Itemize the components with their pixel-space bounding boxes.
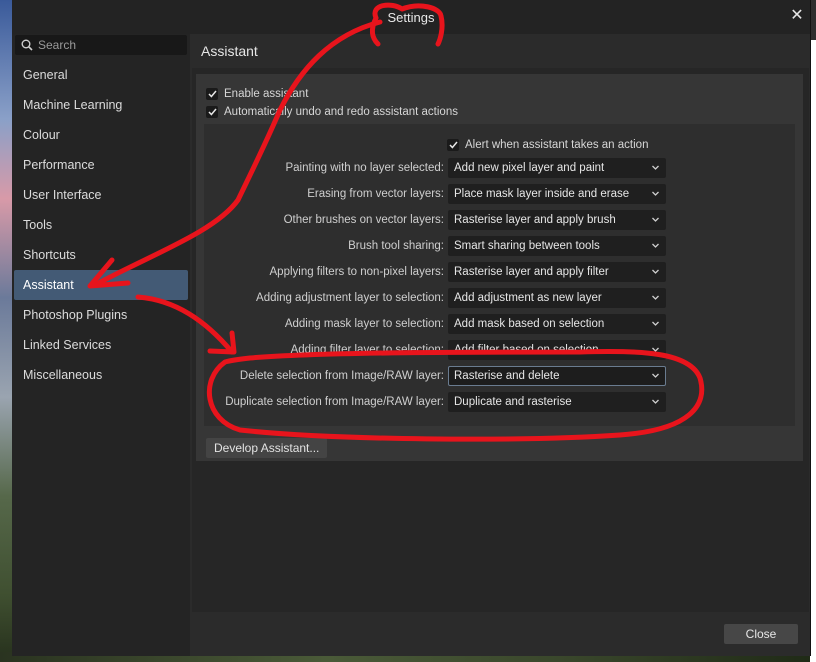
sidebar-item-colour[interactable]: Colour	[14, 120, 188, 150]
chevron-down-icon	[652, 165, 659, 170]
option-label: Duplicate selection from Image/RAW layer…	[225, 396, 444, 408]
option-label: Adding filter layer to selection:	[290, 344, 444, 356]
chevron-down-icon	[652, 399, 659, 404]
option-label: Delete selection from Image/RAW layer:	[239, 370, 444, 382]
close-icon[interactable]: ✕	[790, 8, 804, 24]
chevron-down-icon	[652, 295, 659, 300]
option-value: Rasterise and delete	[454, 370, 560, 382]
option-label: Brush tool sharing:	[348, 240, 444, 252]
option-label: Other brushes on vector layers:	[283, 214, 444, 226]
sidebar-item-performance[interactable]: Performance	[14, 150, 188, 180]
alert-checkbox[interactable]	[447, 139, 459, 151]
title-bar: Settings ✕	[12, 0, 810, 34]
search-icon	[21, 39, 33, 51]
option-value: Rasterise layer and apply filter	[454, 266, 609, 278]
chevron-down-icon	[652, 321, 659, 326]
enable-assistant-label: Enable assistant	[224, 88, 309, 100]
sidebar-item-machine-learning[interactable]: Machine Learning	[14, 90, 188, 120]
option-value: Add new pixel layer and paint	[454, 162, 605, 174]
option-dropdown[interactable]: Rasterise layer and apply filter	[448, 262, 666, 282]
option-dropdown[interactable]: Add filter based on selection	[448, 340, 666, 360]
option-dropdown[interactable]: Duplicate and rasterise	[448, 392, 666, 412]
dialog-footer: Close	[191, 612, 810, 656]
chevron-down-icon	[652, 217, 659, 222]
search-input[interactable]: Search	[15, 35, 187, 55]
content-area: Enable assistant Automatically undo and …	[192, 68, 809, 612]
enable-assistant-checkbox[interactable]	[206, 88, 218, 100]
option-label: Erasing from vector layers:	[307, 188, 444, 200]
option-value: Add filter based on selection	[454, 344, 599, 356]
chevron-down-icon	[652, 269, 659, 274]
option-label: Adding adjustment layer to selection:	[256, 292, 444, 304]
option-row: Duplicate selection from Image/RAW layer…	[204, 392, 795, 414]
sidebar-item-user-interface[interactable]: User Interface	[14, 180, 188, 210]
option-dropdown[interactable]: Add adjustment as new layer	[448, 288, 666, 308]
option-row: Adding mask layer to selection: Add mask…	[204, 314, 795, 336]
option-row: Adding filter layer to selection: Add fi…	[204, 340, 795, 362]
option-value: Rasterise layer and apply brush	[454, 214, 616, 226]
option-value: Add adjustment as new layer	[454, 292, 602, 304]
option-dropdown[interactable]: Add new pixel layer and paint	[448, 158, 666, 178]
nav-list: General Machine Learning Colour Performa…	[14, 60, 188, 390]
option-value: Duplicate and rasterise	[454, 396, 572, 408]
sidebar-item-tools[interactable]: Tools	[14, 210, 188, 240]
chevron-down-icon	[652, 373, 659, 378]
option-value: Place mask layer inside and erase	[454, 188, 630, 200]
sidebar-item-linked-services[interactable]: Linked Services	[14, 330, 188, 360]
alert-row[interactable]: Alert when assistant takes an action	[447, 139, 648, 151]
option-row: Other brushes on vector layers: Rasteris…	[204, 210, 795, 232]
option-row: Adding adjustment layer to selection: Ad…	[204, 288, 795, 310]
option-row: Brush tool sharing: Smart sharing betwee…	[204, 236, 795, 258]
develop-assistant-button[interactable]: Develop Assistant...	[206, 438, 328, 458]
sidebar-item-shortcuts[interactable]: Shortcuts	[14, 240, 188, 270]
option-row: Painting with no layer selected: Add new…	[204, 158, 795, 180]
sidebar-item-general[interactable]: General	[14, 60, 188, 90]
search-placeholder: Search	[38, 38, 77, 52]
sidebar-item-photoshop-plugins[interactable]: Photoshop Plugins	[14, 300, 188, 330]
sidebar-item-assistant[interactable]: Assistant	[14, 270, 188, 300]
sidebar-item-miscellaneous[interactable]: Miscellaneous	[14, 360, 188, 390]
option-dropdown[interactable]: Place mask layer inside and erase	[448, 184, 666, 204]
auto-undo-row[interactable]: Automatically undo and redo assistant ac…	[206, 106, 458, 118]
chevron-down-icon	[652, 243, 659, 248]
option-dropdown[interactable]: Smart sharing between tools	[448, 236, 666, 256]
background-photo	[0, 0, 12, 662]
option-value: Smart sharing between tools	[454, 240, 600, 252]
options-group: Alert when assistant takes an action Pai…	[204, 124, 795, 426]
assistant-panel: Enable assistant Automatically undo and …	[196, 74, 803, 461]
enable-assistant-row[interactable]: Enable assistant	[206, 88, 308, 100]
main-header: Assistant	[191, 34, 810, 68]
option-dropdown[interactable]: Rasterise layer and apply brush	[448, 210, 666, 230]
option-value: Add mask based on selection	[454, 318, 605, 330]
option-row: Applying filters to non-pixel layers: Ra…	[204, 262, 795, 284]
close-button[interactable]: Close	[724, 624, 798, 644]
dialog-title: Settings	[387, 10, 435, 25]
settings-dialog: Settings ✕ Search General Machine Learni…	[12, 0, 811, 656]
option-label: Applying filters to non-pixel layers:	[269, 266, 445, 278]
page-title: Assistant	[201, 43, 258, 59]
auto-undo-checkbox[interactable]	[206, 106, 218, 118]
auto-undo-label: Automatically undo and redo assistant ac…	[224, 106, 458, 118]
alert-label: Alert when assistant takes an action	[465, 139, 649, 151]
option-row: Erasing from vector layers: Place mask l…	[204, 184, 795, 206]
option-row: Delete selection from Image/RAW layer: R…	[204, 366, 795, 388]
option-dropdown[interactable]: Rasterise and delete	[448, 366, 666, 386]
checkmark-icon	[207, 90, 217, 98]
option-label: Adding mask layer to selection:	[284, 318, 444, 330]
option-dropdown[interactable]: Add mask based on selection	[448, 314, 666, 334]
checkmark-icon	[207, 108, 217, 116]
checkmark-icon	[448, 141, 458, 149]
sidebar: Search General Machine Learning Colour P…	[12, 34, 190, 656]
option-label: Painting with no layer selected:	[285, 162, 444, 174]
chevron-down-icon	[652, 347, 659, 352]
chevron-down-icon	[652, 191, 659, 196]
